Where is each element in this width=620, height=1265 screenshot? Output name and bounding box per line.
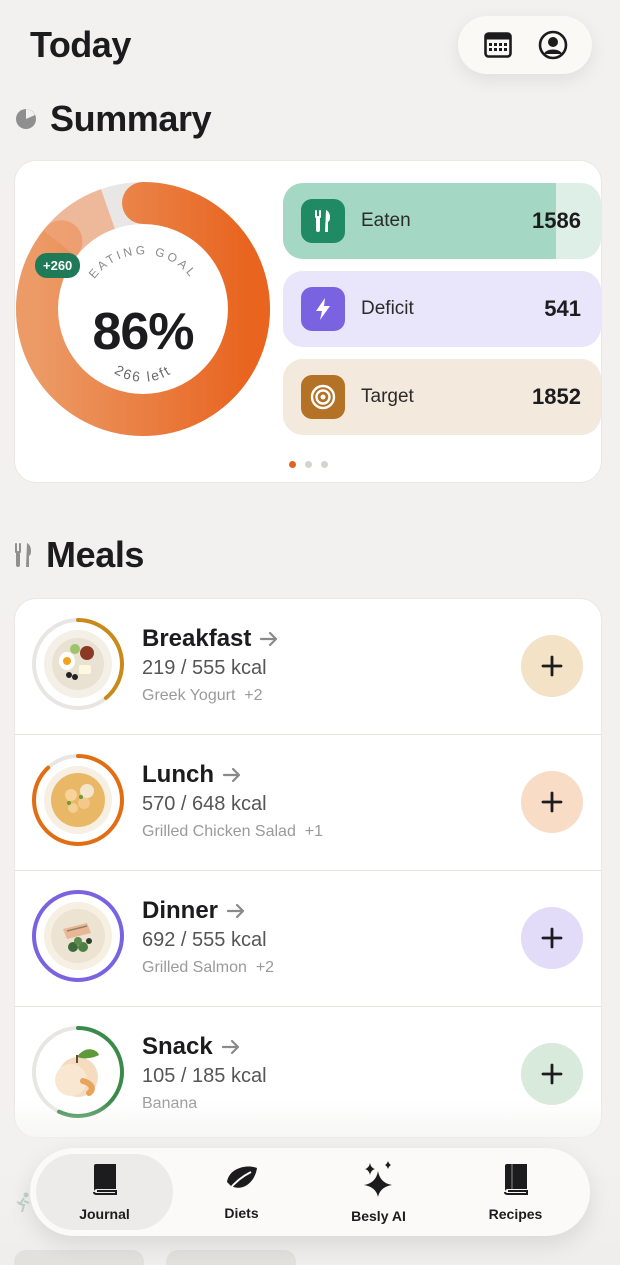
book-icon [91, 1163, 119, 1200]
target-icon [301, 375, 345, 419]
meal-name-text: Lunch [142, 761, 214, 788]
tab-label: Recipes [488, 1205, 543, 1222]
meal-food-image [44, 630, 112, 698]
fork-knife-icon [301, 199, 345, 243]
meal-foods: Grilled Chicken Salad +1 [142, 823, 323, 840]
tab-label: Besly AI [351, 1207, 406, 1224]
meal-kcal: 219 / 555 kcal [142, 657, 267, 679]
recipe-book-icon [502, 1163, 530, 1200]
summary-card[interactable]: EATING GOAL 266 left 86% +260 Eaten 1586 D… [14, 160, 602, 483]
stat-target[interactable]: Target 1852 [283, 359, 601, 435]
stat-deficit[interactable]: Deficit 541 [283, 271, 601, 347]
tab-besly-ai[interactable]: Besly AI [310, 1154, 447, 1230]
bolt-icon [301, 287, 345, 331]
meal-name-text: Dinner [142, 897, 219, 924]
meal-name[interactable]: Lunch [142, 761, 242, 789]
summary-pager[interactable] [289, 461, 328, 468]
add-food-button[interactable] [521, 1043, 583, 1105]
meal-row-dinner[interactable]: Dinner 692 / 555 kcal Grilled Salmon +2 [15, 871, 601, 1007]
meal-foods: Grilled Salmon +2 [142, 959, 275, 976]
arrow-right-icon [260, 631, 278, 647]
today-screen: Today Summary EATING GOAL 266 left 86% +… [0, 0, 620, 1265]
calendar-button[interactable] [478, 25, 518, 65]
stat-value: 1852 [532, 384, 581, 409]
meal-food-image [44, 902, 112, 970]
meal-name-text: Snack [142, 1033, 213, 1060]
arrow-right-icon [222, 767, 241, 783]
meals-header: Meals [14, 534, 144, 576]
tab-label: Diets [224, 1204, 259, 1221]
plus-icon [541, 655, 563, 677]
pager-dot[interactable] [289, 461, 296, 468]
summary-title: Summary [50, 98, 212, 139]
meal-name[interactable]: Breakfast [142, 625, 279, 653]
over-goal-badge: +260 [35, 253, 81, 278]
pager-dot[interactable] [305, 461, 312, 468]
faded-chip [14, 1250, 144, 1265]
sparkles-icon [362, 1160, 396, 1202]
goal-ring-graphic: EATING GOAL 266 left [16, 182, 270, 436]
plus-icon [541, 1063, 563, 1085]
meal-progress-ring [32, 890, 124, 982]
tab-recipes[interactable]: Recipes [447, 1154, 584, 1230]
add-food-button[interactable] [521, 771, 583, 833]
tab-journal[interactable]: Journal [36, 1154, 173, 1230]
stat-label: Deficit [361, 298, 414, 319]
summary-header: Summary [14, 98, 212, 140]
meal-row-breakfast[interactable]: Breakfast 219 / 555 kcal Greek Yogurt +2 [15, 599, 601, 735]
meal-row-lunch[interactable]: Lunch 570 / 648 kcal Grilled Chicken Salad… [15, 735, 601, 871]
meal-foods: Greek Yogurt +2 [142, 687, 263, 704]
stat-label: Target [361, 386, 414, 407]
meal-progress-ring [32, 618, 124, 710]
eating-goal-ring: EATING GOAL 266 left 86% +260 [15, 181, 275, 441]
meal-progress-ring [32, 754, 124, 846]
meal-food-image [55, 1049, 99, 1097]
stat-label: Eaten [361, 210, 411, 231]
meal-kcal: 105 / 185 kcal [142, 1065, 267, 1087]
pie-chart-icon [16, 109, 36, 129]
user-circle-icon [538, 30, 567, 60]
tab-diets[interactable]: Diets [173, 1154, 310, 1230]
stat-eaten[interactable]: Eaten 1586 [283, 183, 601, 259]
faded-chip [166, 1250, 296, 1265]
calendar-icon [483, 32, 512, 58]
ring-bottom-caption: 266 left [112, 362, 174, 385]
ring-top-caption: EATING GOAL [86, 243, 200, 281]
meals-title: Meals [46, 534, 145, 575]
arrow-right-icon [226, 903, 245, 919]
leaf-icon [225, 1164, 259, 1199]
header-actions [458, 16, 592, 74]
pager-dot[interactable] [321, 461, 328, 468]
add-food-button[interactable] [521, 907, 583, 969]
meal-kcal: 570 / 648 kcal [142, 793, 267, 815]
page-title: Today [30, 24, 131, 65]
stat-value: 541 [544, 296, 581, 321]
tab-label: Journal [79, 1205, 130, 1222]
arrow-right-icon [221, 1039, 239, 1055]
meal-kcal: 692 / 555 kcal [142, 929, 267, 951]
plus-icon [541, 927, 563, 949]
meal-food-image [44, 766, 112, 834]
meal-name[interactable]: Snack [142, 1033, 241, 1061]
profile-button[interactable] [533, 25, 573, 65]
utensils-icon [15, 543, 32, 567]
bottom-tab-bar: Journal Diets Besly AI Recipes [30, 1148, 590, 1236]
add-food-button[interactable] [521, 635, 583, 697]
meal-name-text: Breakfast [142, 625, 252, 652]
stat-value: 1586 [532, 208, 581, 233]
plus-icon [541, 791, 563, 813]
meals-list: Breakfast 219 / 555 kcal Greek Yogurt +2 Lu… [14, 598, 602, 1138]
meal-name[interactable]: Dinner [142, 897, 246, 925]
